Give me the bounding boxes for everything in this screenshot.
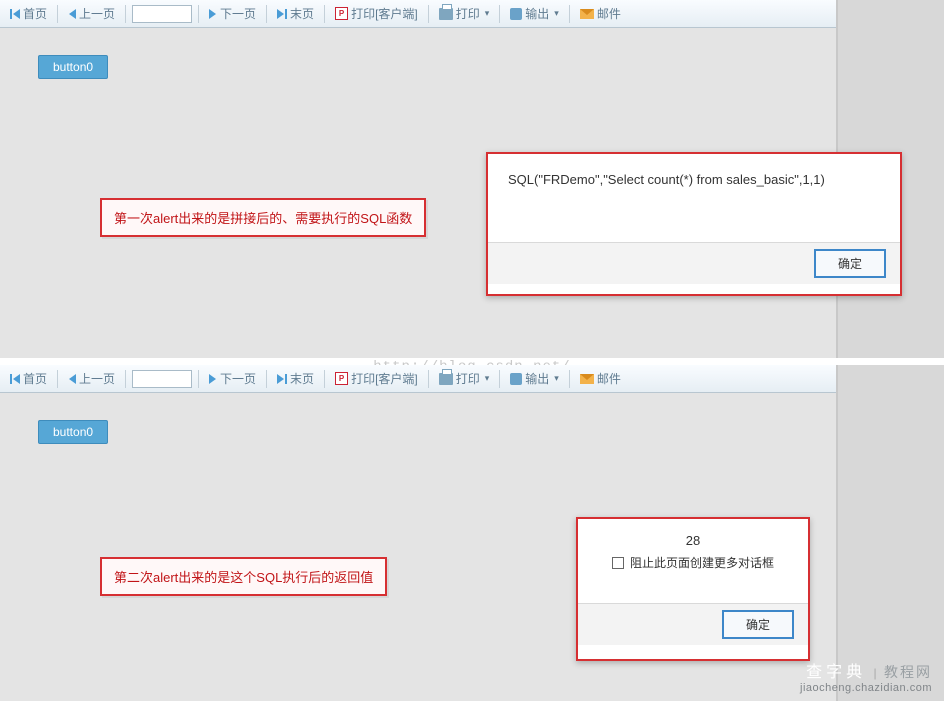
print-button[interactable]: 打印 ▾ bbox=[435, 368, 494, 390]
toolbar-separator bbox=[57, 370, 58, 388]
alert-body: 28 阻止此页面创建更多对话框 bbox=[578, 519, 808, 603]
brand-sep: | bbox=[874, 666, 877, 680]
toolbar: 首页 上一页 下一页 末页 P 打印[客户端] bbox=[0, 0, 836, 28]
toolbar-separator bbox=[198, 5, 199, 23]
suppress-label: 阻止此页面创建更多对话框 bbox=[630, 554, 774, 571]
next-page-label: 下一页 bbox=[220, 370, 256, 387]
screenshot-panel-1: 首页 上一页 下一页 末页 P 打印[客户端] bbox=[0, 0, 944, 358]
next-page-icon bbox=[209, 9, 217, 19]
toolbar-separator bbox=[428, 5, 429, 23]
prev-page-button[interactable]: 上一页 bbox=[64, 368, 119, 390]
toolbar-separator bbox=[266, 370, 267, 388]
app-window-1: 首页 上一页 下一页 末页 P 打印[客户端] bbox=[0, 0, 838, 358]
toolbar-separator bbox=[198, 370, 199, 388]
button0[interactable]: button0 bbox=[38, 420, 108, 444]
toolbar-separator bbox=[569, 5, 570, 23]
next-page-button[interactable]: 下一页 bbox=[205, 368, 260, 390]
alert-footer: 确定 bbox=[578, 603, 808, 645]
chevron-down-icon: ▾ bbox=[554, 8, 559, 19]
mail-button[interactable]: 邮件 bbox=[576, 3, 625, 25]
prev-page-icon bbox=[68, 374, 76, 384]
first-page-label: 首页 bbox=[23, 5, 47, 22]
app-window-2: 首页 上一页 下一页 末页 P 打印[客户端] bbox=[0, 365, 838, 701]
page-number-input[interactable] bbox=[132, 5, 192, 23]
toolbar-separator bbox=[428, 370, 429, 388]
toolbar-separator bbox=[125, 5, 126, 23]
mail-button[interactable]: 邮件 bbox=[576, 368, 625, 390]
last-page-button[interactable]: 末页 bbox=[273, 368, 318, 390]
printer-icon bbox=[439, 8, 453, 20]
last-page-label: 末页 bbox=[290, 370, 314, 387]
first-page-label: 首页 bbox=[23, 370, 47, 387]
first-page-icon bbox=[10, 374, 20, 384]
toolbar-separator bbox=[324, 5, 325, 23]
suppress-checkbox[interactable] bbox=[612, 557, 624, 569]
last-page-button[interactable]: 末页 bbox=[273, 3, 318, 25]
last-page-icon bbox=[277, 9, 287, 19]
chevron-down-icon: ▾ bbox=[554, 373, 559, 384]
toolbar: 首页 上一页 下一页 末页 P 打印[客户端] bbox=[0, 365, 836, 393]
chevron-down-icon: ▾ bbox=[485, 373, 490, 384]
mail-label: 邮件 bbox=[597, 5, 621, 22]
prev-page-label: 上一页 bbox=[79, 5, 115, 22]
screenshot-panel-2: 首页 上一页 下一页 末页 P 打印[客户端] bbox=[0, 365, 944, 701]
print-button[interactable]: 打印 ▾ bbox=[435, 3, 494, 25]
print-client-button[interactable]: P 打印[客户端] bbox=[331, 368, 422, 390]
printer-icon bbox=[439, 373, 453, 385]
export-label: 输出 bbox=[525, 5, 549, 22]
ok-button[interactable]: 确定 bbox=[722, 610, 794, 639]
toolbar-separator bbox=[569, 370, 570, 388]
toolbar-separator bbox=[125, 370, 126, 388]
alert-dialog-1: SQL("FRDemo","Select count(*) from sales… bbox=[486, 152, 902, 296]
last-page-icon bbox=[277, 374, 287, 384]
ok-button[interactable]: 确定 bbox=[814, 249, 886, 278]
export-button[interactable]: 输出 ▾ bbox=[506, 368, 563, 390]
mail-icon bbox=[580, 9, 594, 19]
alert-body: SQL("FRDemo","Select count(*) from sales… bbox=[488, 154, 900, 242]
alert-value: 28 bbox=[588, 533, 798, 548]
chevron-down-icon: ▾ bbox=[485, 8, 490, 19]
toolbar-separator bbox=[499, 5, 500, 23]
pdf-icon: P bbox=[335, 7, 348, 20]
print-label: 打印 bbox=[456, 370, 480, 387]
export-icon bbox=[510, 8, 522, 20]
print-client-label: 打印[客户端] bbox=[351, 5, 418, 22]
print-client-label: 打印[客户端] bbox=[351, 370, 418, 387]
toolbar-separator bbox=[266, 5, 267, 23]
export-icon bbox=[510, 373, 522, 385]
print-client-button[interactable]: P 打印[客户端] bbox=[331, 3, 422, 25]
export-button[interactable]: 输出 ▾ bbox=[506, 3, 563, 25]
alert-footer: 确定 bbox=[488, 242, 900, 284]
button0[interactable]: button0 bbox=[38, 55, 108, 79]
toolbar-separator bbox=[499, 370, 500, 388]
prev-page-icon bbox=[68, 9, 76, 19]
mail-icon bbox=[580, 374, 594, 384]
suppress-row: 阻止此页面创建更多对话框 bbox=[588, 554, 798, 571]
first-page-button[interactable]: 首页 bbox=[6, 3, 51, 25]
prev-page-label: 上一页 bbox=[79, 370, 115, 387]
toolbar-separator bbox=[57, 5, 58, 23]
mail-label: 邮件 bbox=[597, 370, 621, 387]
first-page-button[interactable]: 首页 bbox=[6, 368, 51, 390]
callout-text: 第一次alert出来的是拼接后的、需要执行的SQL函数 bbox=[114, 211, 412, 226]
alert-dialog-2: 28 阻止此页面创建更多对话框 确定 bbox=[576, 517, 810, 661]
last-page-label: 末页 bbox=[290, 5, 314, 22]
export-label: 输出 bbox=[525, 370, 549, 387]
annotation-callout-1: 第一次alert出来的是拼接后的、需要执行的SQL函数 bbox=[100, 198, 426, 237]
brand-sub: 教程网 bbox=[884, 664, 932, 680]
page-number-input[interactable] bbox=[132, 370, 192, 388]
next-page-label: 下一页 bbox=[220, 5, 256, 22]
print-label: 打印 bbox=[456, 5, 480, 22]
pdf-icon: P bbox=[335, 372, 348, 385]
next-page-button[interactable]: 下一页 bbox=[205, 3, 260, 25]
toolbar-separator bbox=[324, 370, 325, 388]
alert-message: SQL("FRDemo","Select count(*) from sales… bbox=[508, 172, 825, 187]
prev-page-button[interactable]: 上一页 bbox=[64, 3, 119, 25]
next-page-icon bbox=[209, 374, 217, 384]
callout-text: 第二次alert出来的是这个SQL执行后的返回值 bbox=[114, 570, 373, 585]
annotation-callout-2: 第二次alert出来的是这个SQL执行后的返回值 bbox=[100, 557, 387, 596]
first-page-icon bbox=[10, 9, 20, 19]
